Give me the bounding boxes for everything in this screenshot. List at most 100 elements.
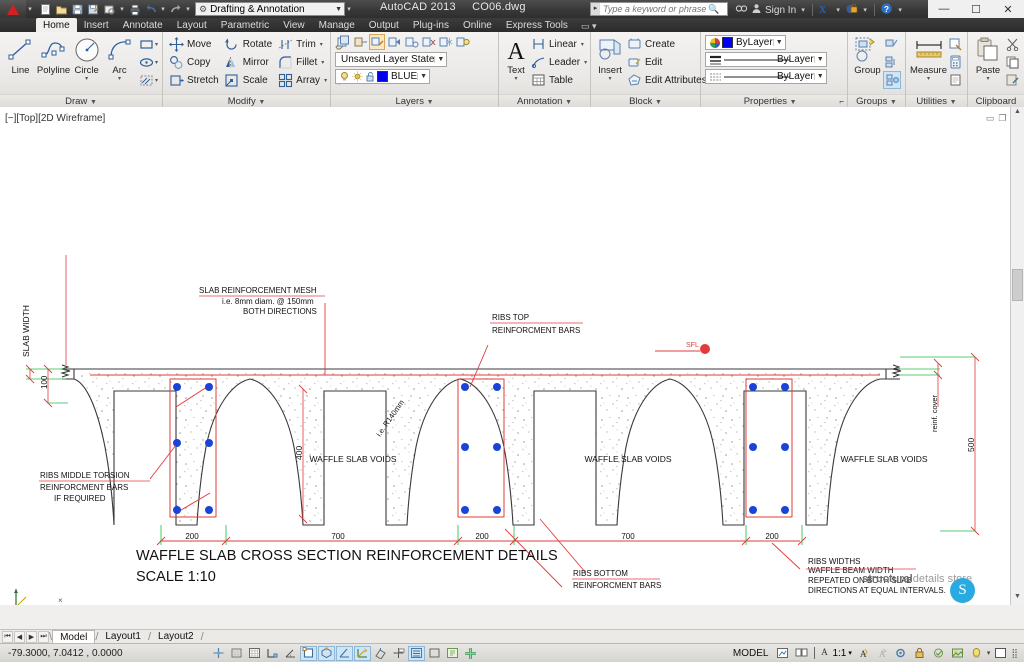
object-color-dropdown[interactable]: ByLayer ▼ <box>705 35 786 50</box>
scroll-up-icon[interactable]: ▲ <box>1012 108 1023 119</box>
user-icon[interactable] <box>751 3 762 17</box>
layout-prev-button[interactable]: ◀ <box>14 631 25 643</box>
insert-caret-icon[interactable]: ▾ <box>608 76 611 82</box>
chevron-down-icon[interactable]: ▼ <box>814 56 826 63</box>
panel-layers-title[interactable]: Layers ▼ <box>331 94 498 107</box>
chevron-down-icon[interactable]: ▼ <box>427 99 434 106</box>
layer-state-dropdown[interactable]: Unsaved Layer State ▼ <box>335 52 447 67</box>
group-selection-on-button[interactable] <box>883 71 901 89</box>
mirror-button[interactable]: Mirror <box>223 53 276 71</box>
sign-in-caret-icon[interactable]: ▾ <box>799 6 807 14</box>
chevron-down-icon[interactable]: ▼ <box>565 99 572 106</box>
layer-match-icon[interactable] <box>352 34 368 50</box>
vertical-scroll-thumb[interactable] <box>1012 269 1023 301</box>
application-menu-button[interactable] <box>0 0 26 18</box>
polar-tracking-icon[interactable] <box>282 646 299 661</box>
app-menu-caret-icon[interactable]: ▾ <box>26 5 34 13</box>
leader-button[interactable]: Leader ▾ <box>529 53 591 71</box>
tab-layout[interactable]: Layout <box>170 18 214 32</box>
help-caret-icon[interactable]: ▾ <box>896 6 904 14</box>
hatch-button[interactable]: ▾ <box>138 71 158 89</box>
hardware-accel-icon[interactable] <box>949 646 966 661</box>
linear-caret-icon[interactable]: ▾ <box>581 41 584 48</box>
layer-thaw-icon[interactable] <box>351 69 364 85</box>
tab-view[interactable]: View <box>276 18 312 32</box>
undo-caret-icon[interactable]: ▾ <box>159 5 167 13</box>
object-snap-tracking-icon[interactable] <box>336 646 353 661</box>
drawing-canvas[interactable]: [−][Top][2D Wireframe] ▭ ❐ ✕ <box>0 107 1024 605</box>
group-edit-button[interactable] <box>883 53 901 71</box>
isolate-objects-icon[interactable] <box>930 646 947 661</box>
auto-scale-icon[interactable]: A <box>873 646 890 661</box>
tab-layout1[interactable]: Layout1 <box>98 630 148 643</box>
layer-previous-icon[interactable] <box>386 34 402 50</box>
dynamic-input-icon[interactable] <box>390 646 407 661</box>
help-icon[interactable]: ? <box>880 2 893 18</box>
search-dropdown-icon[interactable]: ▸ <box>591 3 600 15</box>
layer-color-swatch[interactable] <box>377 71 388 82</box>
undo-icon[interactable] <box>143 2 158 17</box>
text-caret-icon[interactable]: ▾ <box>514 76 517 82</box>
array-caret-icon[interactable]: ▾ <box>324 77 327 84</box>
lineweight-dropdown[interactable]: ByLayer ▼ <box>705 52 827 67</box>
tab-parametric[interactable]: Parametric <box>214 18 276 32</box>
chevron-down-icon[interactable]: ▼ <box>890 99 897 106</box>
trim-caret-icon[interactable]: ▾ <box>320 41 323 48</box>
workspace-selector[interactable]: ⚙ Drafting & Annotation ▼ <box>195 2 345 16</box>
annotation-visibility-icon[interactable]: A <box>854 646 871 661</box>
hatch-caret-icon[interactable]: ▾ <box>155 77 158 84</box>
grid-display-icon[interactable] <box>246 646 263 661</box>
chevron-down-icon[interactable]: ▼ <box>814 73 826 80</box>
layer-freeze-icon[interactable] <box>437 34 453 50</box>
arc-caret-icon[interactable]: ▾ <box>118 76 121 82</box>
object-color-swatch[interactable] <box>722 37 733 48</box>
chevron-down-icon[interactable]: ▼ <box>258 99 265 106</box>
insert-block-button[interactable]: Insert ▾ <box>595 35 625 82</box>
paste-caret-icon[interactable]: ▾ <box>986 76 989 82</box>
quick-select-button[interactable] <box>947 35 963 53</box>
panel-groups-title[interactable]: Groups ▼ <box>848 94 905 107</box>
tab-express-tools[interactable]: Express Tools <box>499 18 575 32</box>
transparency-icon[interactable] <box>426 646 443 661</box>
ellipse-caret-icon[interactable]: ▾ <box>155 59 158 66</box>
copy-clip-button[interactable] <box>1004 53 1020 71</box>
panel-properties-title[interactable]: Properties ▼ ⌐ <box>701 94 847 107</box>
stretch-button[interactable]: Stretch <box>167 71 223 89</box>
exchange-apps-icon[interactable]: X <box>818 3 831 18</box>
selection-cycling-icon[interactable] <box>462 646 479 661</box>
tab-model[interactable]: Model <box>52 630 95 643</box>
panel-draw-title[interactable]: Draw ▼ <box>0 94 162 107</box>
panel-block-title[interactable]: Block ▼ <box>591 94 700 107</box>
fillet-caret-icon[interactable]: ▾ <box>321 59 324 66</box>
ribbon-minimize-button[interactable]: ▭ ▾ <box>581 21 597 32</box>
chevron-down-icon[interactable]: ▼ <box>773 39 785 46</box>
array-button[interactable]: Array ▾ <box>276 71 331 89</box>
tab-insert[interactable]: Insert <box>77 18 116 32</box>
ungroup-button[interactable] <box>883 35 901 53</box>
chevron-down-icon[interactable]: ▼ <box>655 99 662 106</box>
tab-layout2[interactable]: Layout2 <box>151 630 201 643</box>
group-button[interactable]: Group <box>852 35 883 76</box>
fillet-button[interactable]: Fillet ▾ <box>276 53 331 71</box>
layer-make-current-icon[interactable] <box>369 34 385 50</box>
quick-properties-icon[interactable] <box>444 646 461 661</box>
security-icon[interactable] <box>845 3 858 18</box>
chevron-down-icon[interactable]: ▼ <box>434 56 446 63</box>
coordinates-display[interactable]: -79.3000, 7.0412 , 0.0000 <box>0 648 210 659</box>
tray-settings-icon[interactable] <box>968 646 985 661</box>
scroll-down-icon[interactable]: ▼ <box>1012 593 1023 604</box>
clean-screen-icon[interactable] <box>992 646 1009 661</box>
search-box[interactable]: ▸ 🔍 <box>590 2 728 16</box>
save-as-icon[interactable] <box>86 2 101 17</box>
sign-in-area[interactable]: Sign In ▾ X ▾ ▾ ? ▾ <box>735 2 904 18</box>
search-icon[interactable]: 🔍 <box>708 4 719 15</box>
exchange-caret-icon[interactable]: ▾ <box>834 6 842 14</box>
close-button[interactable]: ✕ <box>992 0 1024 18</box>
canvas-vertical-scrollbar[interactable]: ▲ ▼ <box>1010 107 1024 605</box>
search-input[interactable] <box>600 4 708 14</box>
dynamic-ucs-icon[interactable] <box>372 646 389 661</box>
line-button[interactable]: Line <box>4 35 37 76</box>
rotate-button[interactable]: Rotate <box>223 35 276 53</box>
text-button[interactable]: A Text ▾ <box>503 35 529 82</box>
object-snap-icon[interactable] <box>300 646 317 661</box>
